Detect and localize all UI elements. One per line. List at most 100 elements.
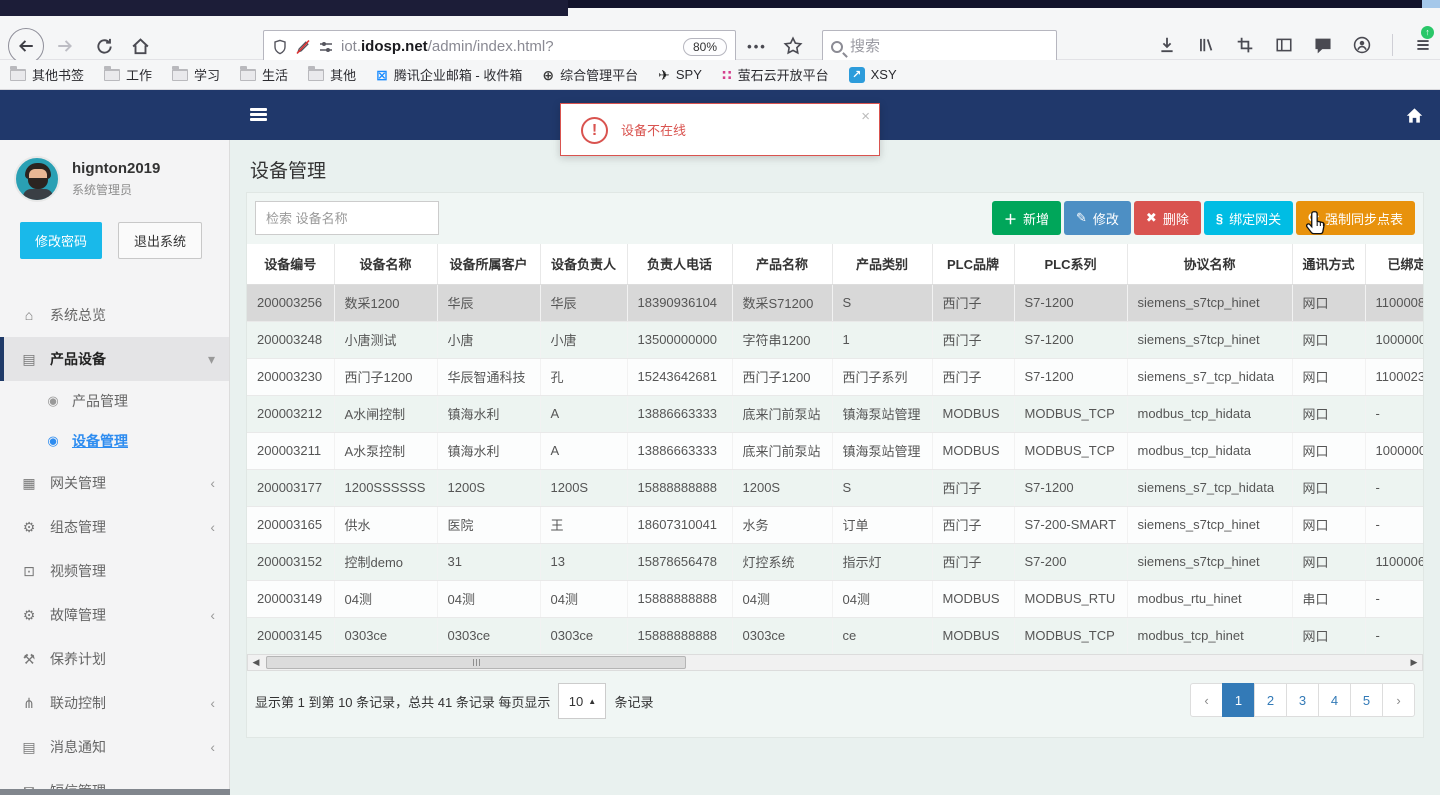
column-header[interactable]: 通讯方式 [1292, 244, 1366, 285]
sidebar-item[interactable]: ⌂ 系统总览 [0, 293, 229, 337]
column-header[interactable]: 设备负责人 [540, 244, 628, 285]
bookmark-item[interactable]: 工作 [104, 65, 152, 84]
column-header[interactable]: 协议名称 [1127, 244, 1293, 285]
sidebar-item-label: 网关管理 [50, 475, 106, 491]
bookmark-item[interactable]: 其他书签 [10, 65, 84, 84]
url-bar[interactable]: iot.idosp.net/admin/index.html? 80% [263, 30, 736, 63]
sidebar-item[interactable]: ▦ 网关管理 ‹ [0, 461, 229, 505]
page-number-button[interactable]: 3 [1286, 683, 1319, 717]
permissions-icon[interactable] [318, 39, 334, 55]
user-name: hignton2019 [72, 160, 161, 177]
sidebar-item[interactable]: ▤ 消息通知 ‹ [0, 725, 229, 769]
table-cell: 网口 [1292, 284, 1366, 322]
column-header[interactable]: 产品类别 [832, 244, 933, 285]
table-cell: 西门子1200 [732, 358, 833, 396]
bookmark-item[interactable]: ∷ 萤石云开放平台 [722, 65, 829, 84]
page-number-button[interactable]: 2 [1254, 683, 1287, 717]
column-header[interactable]: PLC系列 [1014, 244, 1128, 285]
table-cell: 04测 [334, 580, 438, 618]
sidebar-item[interactable]: ⚙ 组态管理 ‹ [0, 505, 229, 549]
column-header[interactable]: 产品名称 [732, 244, 833, 285]
bookmark-item[interactable]: ✈ SPY [658, 67, 702, 83]
browser-search-box[interactable] [822, 30, 1057, 63]
page-number-button[interactable]: 1 [1222, 683, 1255, 717]
bookmark-item[interactable]: ⊠ 腾讯企业邮箱 - 收件箱 [376, 65, 522, 84]
sidebar-subitem[interactable]: ◉ 产品管理 [0, 381, 229, 421]
back-button[interactable] [8, 28, 44, 64]
bookmark-item[interactable]: 学习 [172, 65, 220, 84]
browser-active-tab[interactable] [0, 0, 568, 16]
page-prev-button[interactable]: ‹ [1190, 683, 1223, 717]
avatar[interactable] [14, 156, 60, 202]
action-button-强制同步点表[interactable]: ⟳ 强制同步点表 [1296, 201, 1415, 235]
page-actions-button[interactable]: ••• [744, 36, 770, 56]
bookmark-item[interactable]: ↗ XSY [848, 66, 897, 83]
action-button-修改[interactable]: ✎ 修改 [1063, 201, 1131, 235]
account-icon[interactable] [1353, 36, 1371, 54]
sidebar-item-label: 系统总览 [50, 307, 106, 323]
images-blocked-icon[interactable] [295, 39, 311, 55]
screenshot-crop-icon[interactable] [1236, 36, 1254, 54]
table-row[interactable]: 200003248 小唐测试 小唐 小唐 13500000000 字符串1200 1 西门子 S… [247, 321, 1423, 359]
table-row[interactable]: 200003177 1200SSSSSS 1200S 1200S 15888888888… [247, 469, 1423, 507]
page-number-button[interactable]: 5 [1350, 683, 1383, 717]
sidebar-item-label: 设备管理 [72, 433, 128, 449]
sidebar-subitem[interactable]: ◉ 设备管理 [0, 421, 229, 461]
action-button-绑定网关[interactable]: § 绑定网关 [1203, 201, 1294, 235]
column-header[interactable]: 设备编号 [247, 244, 335, 285]
back-arrow-icon [19, 40, 33, 52]
folder-icon [104, 65, 121, 81]
table-row[interactable]: 200003211 A水泵控制 镇海水利 A 13886663333 底来门前泵站 镇海泵站… [247, 432, 1423, 470]
table-cell: 04测 [732, 580, 833, 618]
sidebar-item[interactable]: ⚙ 故障管理 ‹ [0, 593, 229, 637]
table-row[interactable]: 200003149 04测 04测 04测 15888888888 04测 04测 MODBU… [247, 580, 1423, 618]
page-size-select[interactable]: 10 ▲ [558, 683, 607, 719]
column-header[interactable]: 负责人电话 [627, 244, 733, 285]
table-row[interactable]: 200003165 供水 医院王 18607310041 水务 订单 西门子 S7-200-S… [247, 506, 1423, 544]
update-badge-icon: ↑ [1421, 26, 1434, 39]
gears-icon: ⚙ [22, 518, 36, 535]
scrollbar-track[interactable] [264, 655, 1406, 670]
column-header[interactable]: 已绑定网关 [1365, 244, 1423, 285]
zoom-level-badge[interactable]: 80% [682, 37, 727, 56]
browser-search-input[interactable] [850, 38, 1049, 55]
pocket-chat-icon[interactable] [1314, 36, 1332, 54]
scroll-right-arrow[interactable]: ▶ [1406, 655, 1422, 670]
bookmark-item[interactable]: 其他 [308, 65, 356, 84]
horizontal-scrollbar[interactable]: ◀ ▶ [247, 654, 1423, 671]
column-header[interactable]: 设备名称 [334, 244, 438, 285]
page-next-button[interactable]: › [1382, 683, 1415, 717]
scroll-left-arrow[interactable]: ◀ [248, 655, 264, 670]
column-header[interactable]: 设备所属客户 [437, 244, 541, 285]
table-row[interactable]: 200003145 0303ce 0303ce 0303ce 15888888888 03… [247, 617, 1423, 654]
action-button-删除[interactable]: ✖ 删除 [1133, 201, 1201, 235]
table-row[interactable]: 200003230 西门子1200 华辰智通科技孔 15243642681 西门子120… [247, 358, 1423, 396]
app-home-button[interactable] [1405, 106, 1424, 125]
browser-home-button[interactable] [128, 35, 152, 57]
scrollbar-thumb[interactable] [266, 656, 686, 669]
table-cell: 15888888888 [627, 469, 733, 507]
sidebar-item[interactable]: ⚒ 保养计划 [0, 637, 229, 681]
table-row[interactable]: 200003256 数采1200 华辰 华辰 18390936104 数采S71200 S 西… [247, 284, 1423, 322]
table-row[interactable]: 200003152 控制demo 31 13 15878656478 灯控系统 指示灯 西门子… [247, 543, 1423, 581]
library-icon[interactable] [1197, 36, 1215, 54]
sidebar-item[interactable]: ⊡ 视频管理 [0, 549, 229, 593]
bookmark-star-icon[interactable] [780, 34, 806, 58]
sidebar-collapse-button[interactable] [250, 108, 267, 121]
reload-button[interactable] [92, 35, 116, 57]
bookmark-item[interactable]: ⊕ 综合管理平台 [542, 65, 638, 84]
alert-close-icon[interactable]: × [861, 108, 870, 125]
change-password-button[interactable]: 修改密码 [20, 222, 103, 259]
logout-button[interactable]: 退出系统 [118, 222, 203, 259]
action-button-新增[interactable]: ＋ 新增 [991, 201, 1061, 235]
device-search-input[interactable] [255, 201, 439, 235]
sidebar-item[interactable]: ⋔ 联动控制 ‹ [0, 681, 229, 725]
sidebar-item[interactable]: ▤ 产品设备 ▾ [0, 337, 229, 381]
forward-button[interactable] [52, 37, 78, 55]
page-number-button[interactable]: 4 [1318, 683, 1351, 717]
table-row[interactable]: 200003212 A水闸控制 镇海水利 A 13886663333 底来门前泵站 镇海泵站… [247, 395, 1423, 433]
bookmark-item[interactable]: 生活 [240, 65, 288, 84]
sidebar-toggle-icon[interactable] [1275, 36, 1293, 54]
column-header[interactable]: PLC品牌 [932, 244, 1015, 285]
download-icon[interactable] [1158, 36, 1176, 54]
